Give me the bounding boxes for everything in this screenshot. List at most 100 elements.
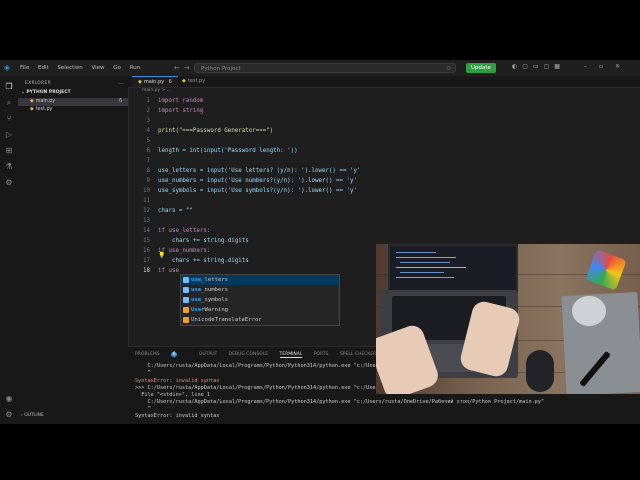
menu-view[interactable]: View [91, 65, 104, 71]
suggestion-rest: _symbols [201, 297, 229, 303]
menu-go[interactable]: Go [113, 65, 121, 71]
update-button[interactable]: Update [466, 63, 496, 73]
code-text: if use [158, 268, 179, 274]
code-line: chars += string.digits [158, 238, 249, 244]
menu-run[interactable]: Run [130, 65, 141, 71]
toggle-sidebar-icon[interactable]: ▢ [522, 63, 533, 70]
layout-controls[interactable]: ◐▢▭▢▦ [512, 63, 565, 70]
variable-icon [183, 276, 189, 283]
copilot-icon[interactable]: ⚇ [446, 64, 451, 74]
terminal-line: >>> C:/Users/rusta/AppData/Local/Program… [135, 385, 382, 391]
suggestion-match: Use [191, 307, 202, 313]
smart-speaker-photo [572, 296, 606, 326]
suggestion-match: use [191, 297, 202, 303]
code-text: import random [158, 98, 204, 104]
editor-tabs: ◆ main.py 6 ◆ test.py [128, 76, 640, 88]
source-control-icon[interactable]: ⑂ [4, 114, 14, 124]
tab-debug-console[interactable]: DEBUG CONSOLE [229, 352, 268, 357]
terminal-line: C:/Users/rusta/AppData/Local/Programs/Py… [135, 363, 382, 369]
line-number: 3 [146, 118, 151, 124]
code-text: chars += string.digits [158, 258, 249, 264]
back-arrow-icon[interactable]: ← [174, 64, 184, 72]
extensions-icon[interactable]: ⊞ [4, 146, 14, 156]
nav-arrows[interactable]: ←→ [174, 64, 194, 72]
manage-gear-icon[interactable]: ⚙ [4, 410, 14, 420]
autocomplete-suggestions: use_letters use_numbers use_symbols User… [180, 274, 340, 326]
menu-edit[interactable]: Edit [38, 65, 49, 71]
suggestion-item[interactable]: use_letters [181, 275, 339, 285]
close-icon[interactable]: ✕ [615, 63, 632, 70]
terminal-line: File "<stdin>", line 1 [135, 392, 210, 398]
python-file-icon: ◆ [182, 78, 186, 84]
forward-arrow-icon[interactable]: → [184, 64, 194, 72]
sidebar-title: EXPLORER [25, 81, 52, 86]
suggestion-item[interactable]: use_numbers [181, 285, 339, 295]
menu-selection[interactable]: Selection [57, 65, 82, 71]
explorer-icon[interactable]: ❐ [4, 82, 14, 92]
variable-icon [183, 296, 189, 303]
code-text: chars = "" [158, 208, 193, 214]
account-icon[interactable]: ◉ [4, 394, 14, 404]
computer-mouse-photo [526, 350, 554, 392]
python-file-icon: ◆ [30, 99, 34, 104]
suggestion-match: use [191, 287, 202, 293]
file-item-test[interactable]: ◆ test.py [30, 106, 52, 114]
remote-explorer-icon[interactable]: ⚙ [4, 178, 14, 188]
tab-main[interactable]: ◆ main.py 6 [132, 76, 178, 87]
menu-file[interactable]: File [20, 65, 29, 71]
project-folder-label: PYTHON PROJECT [26, 90, 71, 95]
breadcrumb[interactable]: main.py > ... [142, 88, 171, 93]
panel-tabs: PROBLEMS 6 OUTPUT DEBUG CONSOLE TERMINAL … [135, 352, 386, 358]
laptop-screen-photo [388, 244, 518, 294]
line-number: 17 [143, 258, 150, 264]
file-item-main[interactable]: ◆ main.py 6 [18, 98, 128, 106]
python-file-icon: ◆ [138, 79, 142, 85]
toggle-secondary-sidebar-icon[interactable]: ▢ [544, 63, 555, 70]
line-number: 13 [143, 218, 150, 224]
code-line: import string [158, 108, 203, 114]
minimize-icon[interactable]: – [584, 63, 599, 70]
account-icon[interactable]: ◐ [512, 63, 522, 70]
testing-icon[interactable]: ⚗ [4, 162, 14, 172]
class-icon [183, 316, 189, 323]
tab-label: PROBLEMS [135, 352, 160, 357]
window-controls[interactable]: –▫✕ [584, 63, 632, 70]
terminal-line: C:/Users/rusta/AppData/Local/Programs/Py… [135, 399, 545, 405]
code-line: import random [158, 98, 203, 104]
line-number: 6 [146, 148, 151, 154]
vscode-logo-icon: ◈ [4, 63, 11, 72]
code-line: if use_numbers: [158, 248, 210, 254]
title-bar: ◈ File Edit Selection View Go Run ←→ Pyt… [0, 60, 640, 77]
run-debug-icon[interactable]: ▷ [4, 130, 14, 140]
lightbulb-icon[interactable]: 💡 [158, 252, 165, 259]
code-text: print("===Password Generator===") [158, 128, 274, 134]
project-folder[interactable]: ⌄ PYTHON PROJECT [21, 90, 71, 95]
code-text: length = int(input('Password length: ')) [158, 148, 298, 154]
command-center-search[interactable]: Python Project ⚇ [194, 63, 456, 73]
suggestion-item[interactable]: use_symbols [181, 295, 339, 305]
line-number-current: 18 [143, 268, 150, 274]
tab-modified-count: 6 [168, 79, 172, 85]
suggestion-item[interactable]: UnicodeTranslateError [181, 315, 339, 325]
suggestion-item[interactable]: UserWarning [181, 305, 339, 315]
maximize-icon[interactable]: ▫ [599, 63, 615, 70]
tab-test[interactable]: ◆ test.py [176, 76, 211, 87]
tab-problems[interactable]: PROBLEMS 6 [135, 352, 187, 357]
tab-ports[interactable]: PORTS [314, 352, 329, 357]
line-number: 14 [143, 228, 150, 234]
terminal-line: ^ [135, 370, 151, 376]
more-actions-icon[interactable]: … [118, 79, 124, 86]
tab-spell-checker[interactable]: SPELL CHECKER [340, 352, 376, 357]
code-line: length = int(input('Password length: ')) [158, 148, 298, 154]
customize-layout-icon[interactable]: ▦ [554, 63, 565, 70]
search-input-text: Python Project [201, 66, 241, 72]
line-number: 8 [146, 168, 151, 174]
tab-output[interactable]: OUTPUT [199, 352, 217, 357]
outline-section[interactable]: › OUTLINE [21, 413, 44, 418]
code-text: if use_letters: [158, 228, 211, 234]
tab-terminal[interactable]: TERMINAL [279, 352, 303, 358]
toggle-panel-icon[interactable]: ▭ [533, 63, 544, 70]
search-icon[interactable]: ⌕ [4, 98, 14, 108]
tab-label: main.py [143, 79, 165, 85]
suggestion-match: use [191, 277, 202, 283]
